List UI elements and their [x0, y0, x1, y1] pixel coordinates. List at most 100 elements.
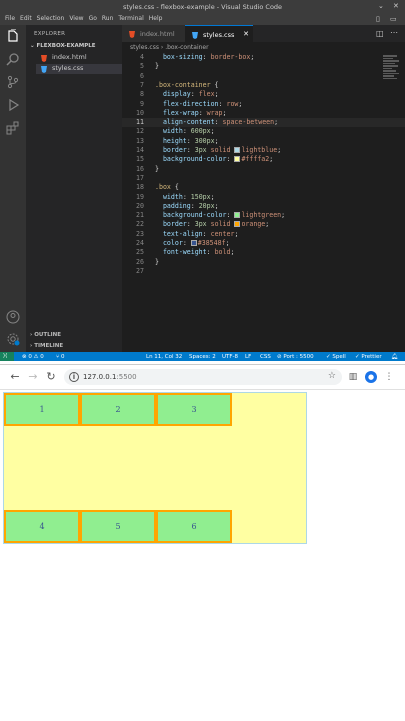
- title-bar: styles.css - flexbox-example - Visual St…: [0, 0, 405, 13]
- line-number: 26: [136, 257, 144, 266]
- code-line[interactable]: 9 flex-direction: row;: [122, 100, 405, 109]
- bookmark-star-icon[interactable]: ☆: [328, 371, 336, 381]
- menu-bar: File Edit Selection View Go Run Terminal Help ▯…: [0, 13, 405, 25]
- html-file-icon: [129, 31, 135, 38]
- code-line[interactable]: 12 width: 600px;: [122, 127, 405, 136]
- code-line[interactable]: 18 .box {: [122, 183, 405, 192]
- minimap[interactable]: [383, 55, 401, 95]
- menu-run[interactable]: Run: [102, 15, 114, 22]
- code-text: display: flex;: [162, 90, 219, 99]
- profile-avatar-icon[interactable]: ●: [365, 371, 377, 383]
- code-text: border: 3px solid orange;: [162, 220, 270, 229]
- extensions-icon[interactable]: [6, 121, 20, 135]
- code-line[interactable]: 17: [122, 174, 405, 183]
- tab-styles-css[interactable]: styles.css ✕: [185, 25, 253, 42]
- code-line[interactable]: 5}: [122, 62, 405, 71]
- code-text: width: 600px;: [162, 127, 215, 136]
- breadcrumb-symbol[interactable]: .box-container: [165, 44, 208, 51]
- code-line[interactable]: 16}: [122, 165, 405, 174]
- minimize-icon[interactable]: ⌄: [378, 2, 384, 10]
- menu-kebab-icon[interactable]: ⋮: [382, 370, 396, 384]
- prettier-status[interactable]: ✓ Prettier: [355, 354, 382, 360]
- box-6: 6: [156, 510, 232, 543]
- source-control-icon[interactable]: [6, 75, 20, 89]
- menu-terminal[interactable]: Terminal: [118, 15, 143, 22]
- box-3: 3: [156, 393, 232, 426]
- problems-status[interactable]: ⊗ 0 ⚠ 0: [22, 354, 44, 360]
- breadcrumb-file[interactable]: styles.css: [130, 44, 159, 51]
- close-icon[interactable]: ✕: [393, 2, 399, 10]
- line-number: 6: [140, 71, 144, 80]
- timeline-section[interactable]: › TIMELINE: [30, 343, 63, 349]
- code-line[interactable]: 15 background-color: #ffffa2;: [122, 155, 405, 164]
- layout-icon[interactable]: ▭: [390, 15, 397, 23]
- account-icon[interactable]: [6, 310, 20, 324]
- code-text: align-content: space-between;: [162, 118, 279, 127]
- line-number: 18: [136, 183, 144, 192]
- code-line[interactable]: 26}: [122, 258, 405, 267]
- window-title: styles.css - flexbox-example - Visual St…: [122, 3, 283, 11]
- language-mode[interactable]: CSS: [260, 354, 271, 360]
- code-line[interactable]: 8 display: flex;: [122, 90, 405, 99]
- line-number: 9: [140, 99, 144, 108]
- tab-index-html[interactable]: index.html: [122, 25, 185, 42]
- code-line[interactable]: 4 box-sizing: border-box;: [122, 53, 405, 62]
- menu-help[interactable]: Help: [149, 15, 163, 22]
- code-line[interactable]: 6: [122, 72, 405, 81]
- code-line[interactable]: 24 color: #38548f;: [122, 239, 405, 248]
- code-line[interactable]: 25 font-weight: bold;: [122, 248, 405, 257]
- code-text: color: #38548f;: [162, 239, 230, 247]
- outline-label: OUTLINE: [34, 332, 61, 338]
- search-icon[interactable]: [6, 52, 20, 66]
- code-line[interactable]: 20 padding: 20px;: [122, 202, 405, 211]
- notifications-icon[interactable]: 🔔︎: [391, 354, 398, 360]
- menu-selection[interactable]: Selection: [37, 15, 65, 22]
- site-info-icon[interactable]: i: [69, 372, 79, 382]
- code-line[interactable]: 13 height: 300px;: [122, 137, 405, 146]
- code-line[interactable]: 7 .box-container {: [122, 81, 405, 90]
- reload-icon[interactable]: ↻: [44, 370, 58, 384]
- address-bar[interactable]: i 127.0.0.1:5500 ☆: [64, 369, 342, 385]
- menu-go[interactable]: Go: [89, 15, 97, 22]
- code-line[interactable]: 19 width: 150px;: [122, 193, 405, 202]
- code-line[interactable]: 10 flex-wrap: wrap;: [122, 109, 405, 118]
- close-tab-icon[interactable]: ✕: [243, 30, 249, 38]
- live-server-port[interactable]: ⊘ Port : 5500: [277, 354, 314, 360]
- file-styles-css[interactable]: styles.css: [36, 64, 122, 74]
- menu-view[interactable]: View: [69, 15, 83, 22]
- activity-bar: [0, 25, 26, 352]
- code-line[interactable]: 27: [122, 267, 405, 276]
- file-index-html[interactable]: index.html: [36, 53, 122, 63]
- remote-indicator[interactable]: ⟩⟨: [0, 352, 14, 361]
- more-actions-icon[interactable]: ⋯: [390, 28, 398, 37]
- code-line[interactable]: 23 text-align: center;: [122, 230, 405, 239]
- settings-gear-icon[interactable]: [6, 332, 20, 346]
- code-text: background-color: #ffffa2;: [162, 155, 274, 164]
- code-line[interactable]: 21 background-color: lightgreen;: [122, 211, 405, 220]
- explorer-icon[interactable]: [6, 29, 20, 43]
- menu-file[interactable]: File: [5, 15, 15, 22]
- code-text: .box {: [155, 183, 179, 192]
- side-panel-icon[interactable]: ▥: [346, 370, 360, 384]
- code-line[interactable]: 22 border: 3px solid orange;: [122, 220, 405, 229]
- cursor-position[interactable]: Ln 11, Col 32: [146, 354, 182, 360]
- forward-icon[interactable]: →: [26, 370, 40, 384]
- run-debug-icon[interactable]: [6, 98, 20, 112]
- code-line[interactable]: 11 align-content: space-between;: [122, 118, 405, 128]
- encoding[interactable]: UTF-8: [222, 354, 238, 360]
- browser-window: ← → ↻ i 127.0.0.1:5500 ☆ ▥ ● ⋮ 1 2 3 4 5…: [0, 364, 405, 721]
- explorer-header: EXPLORER: [34, 31, 66, 37]
- line-ending[interactable]: LF: [245, 354, 251, 360]
- back-icon[interactable]: ←: [8, 370, 22, 384]
- code-editor[interactable]: 4 box-sizing: border-box; 5} 6 7 .box-contai…: [122, 53, 405, 333]
- code-line[interactable]: 14 border: 3px solid lightblue;: [122, 146, 405, 155]
- indentation[interactable]: Spaces: 2: [189, 354, 216, 360]
- menu-edit[interactable]: Edit: [20, 15, 32, 22]
- ports-status[interactable]: ⑂ 0: [56, 354, 65, 360]
- outline-section[interactable]: › OUTLINE: [30, 332, 61, 338]
- workspace-folder[interactable]: ⌄ FLEXBOX-EXAMPLE: [30, 43, 96, 49]
- split-editor-icon[interactable]: ◫: [376, 29, 384, 38]
- explorer-sidebar: EXPLORER ⌄ FLEXBOX-EXAMPLE index.html st…: [26, 25, 122, 352]
- toggle-sidebar-icon[interactable]: ▯: [376, 15, 380, 23]
- spell-check[interactable]: ✓ Spell: [326, 354, 346, 360]
